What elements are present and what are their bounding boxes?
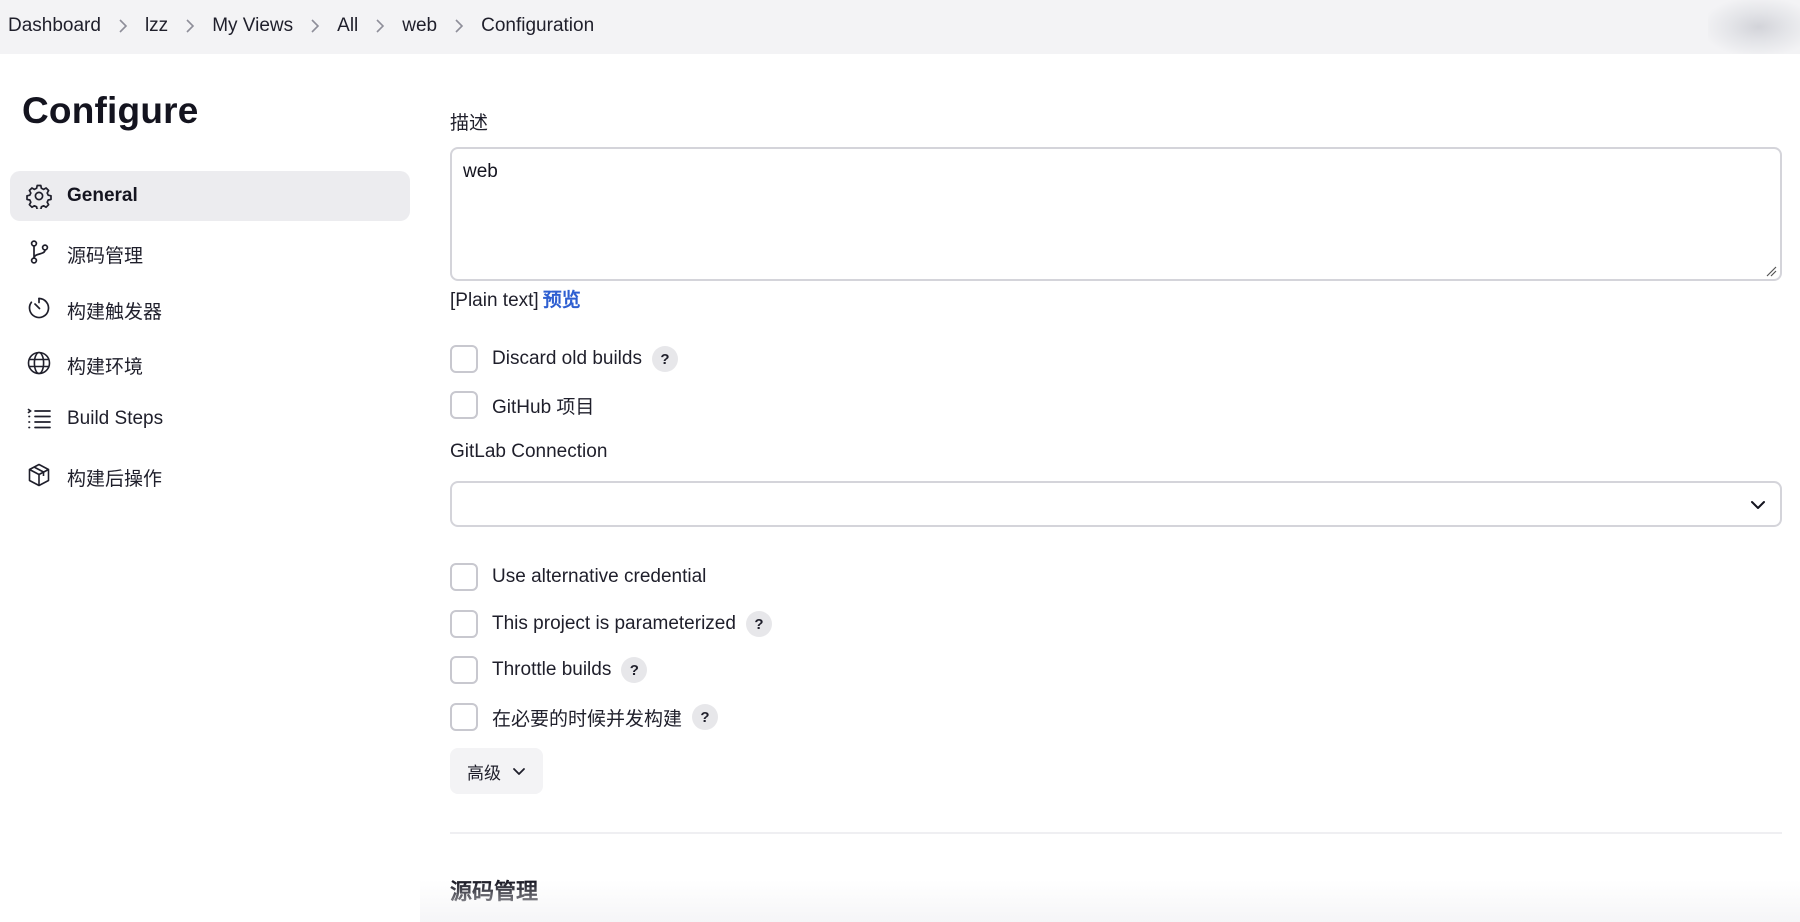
concurrent-builds-option[interactable]: 在必要的时候并发构建 ?	[450, 703, 719, 731]
github-project-option[interactable]: GitHub 项目	[450, 391, 594, 419]
page-title: Configure	[22, 90, 199, 131]
package-icon	[26, 462, 52, 488]
breadcrumb: Dashboard lzz My Views All web Configura…	[8, 14, 594, 38]
breadcrumb-bar: Dashboard lzz My Views All web Configura…	[0, 0, 1800, 54]
checkbox-label: Throttle builds	[492, 659, 612, 680]
sidebar: General 源码管理 构建触发器 构建环境 Build Steps 构建后操…	[10, 171, 410, 506]
sidebar-item-label: Build Steps	[67, 408, 164, 430]
help-icon[interactable]: ?	[692, 704, 719, 730]
alternative-credential-option[interactable]: Use alternative credential	[450, 563, 706, 591]
checkbox-label: Discard old builds	[492, 348, 642, 369]
scm-section-heading: 源码管理	[450, 879, 539, 904]
sidebar-item-environment[interactable]: 构建环境	[10, 338, 410, 388]
timer-icon	[26, 295, 52, 321]
breadcrumb-lzz[interactable]: lzz	[145, 15, 168, 37]
chevron-right-icon	[168, 19, 212, 33]
sidebar-item-label: 构建环境	[67, 357, 144, 379]
gitlab-connection-select[interactable]	[450, 481, 1782, 527]
discard-old-builds-option[interactable]: Discard old builds ?	[450, 345, 678, 373]
chevron-down-icon	[1751, 501, 1765, 509]
sidebar-item-general[interactable]: General	[10, 171, 410, 221]
breadcrumb-configuration[interactable]: Configuration	[481, 15, 594, 37]
checkbox-label: GitHub 项目	[492, 396, 595, 418]
help-icon[interactable]: ?	[745, 611, 772, 637]
checkbox-label: 在必要的时候并发构建	[492, 708, 683, 730]
chevron-right-icon	[437, 19, 481, 33]
chevron-right-icon	[358, 19, 402, 33]
checkbox-label: This project is parameterized	[492, 613, 736, 634]
plain-text-label: [Plain text]	[450, 290, 539, 311]
breadcrumb-dashboard[interactable]: Dashboard	[8, 15, 101, 37]
alternative-credential-checkbox[interactable]	[450, 563, 478, 591]
sidebar-item-label: 源码管理	[67, 245, 144, 267]
throttle-builds-checkbox[interactable]	[450, 656, 478, 684]
advanced-label: 高级	[467, 763, 501, 783]
breadcrumb-all[interactable]: All	[337, 15, 358, 37]
github-project-checkbox[interactable]	[450, 391, 478, 419]
advanced-button[interactable]: 高级	[450, 748, 543, 794]
discard-old-builds-checkbox[interactable]	[450, 345, 478, 373]
sidebar-item-label: 构建后操作	[67, 468, 163, 490]
help-icon[interactable]: ?	[651, 346, 678, 372]
sidebar-item-label: General	[67, 185, 138, 206]
sidebar-item-triggers[interactable]: 构建触发器	[10, 283, 410, 333]
parameterized-option[interactable]: This project is parameterized ?	[450, 610, 772, 638]
section-divider	[450, 832, 1782, 834]
description-field[interactable]: web	[450, 147, 1782, 281]
sidebar-item-post-build[interactable]: 构建后操作	[10, 450, 410, 500]
throttle-builds-option[interactable]: Throttle builds ?	[450, 656, 648, 684]
chevron-down-icon	[513, 768, 525, 775]
chevron-right-icon	[101, 19, 145, 33]
globe-icon	[26, 350, 52, 376]
breadcrumb-my-views[interactable]: My Views	[212, 15, 293, 37]
description-label: 描述	[450, 113, 489, 134]
branch-icon	[26, 239, 52, 265]
description-format: [Plain text] 预览	[450, 285, 581, 312]
gear-icon	[26, 183, 52, 209]
chevron-right-icon	[293, 19, 337, 33]
avatar[interactable]	[1708, 0, 1800, 54]
list-icon	[26, 406, 52, 432]
resize-grip-icon[interactable]	[1765, 265, 1777, 277]
gitlab-connection-label: GitLab Connection	[450, 441, 608, 462]
help-icon[interactable]: ?	[621, 657, 648, 683]
sidebar-item-scm[interactable]: 源码管理	[10, 227, 410, 277]
sidebar-item-build-steps[interactable]: Build Steps	[10, 394, 410, 444]
bottom-fade	[420, 880, 1800, 922]
concurrent-builds-checkbox[interactable]	[450, 703, 478, 731]
parameterized-checkbox[interactable]	[450, 610, 478, 638]
checkbox-label: Use alternative credential	[492, 566, 707, 587]
breadcrumb-web[interactable]: web	[402, 15, 437, 37]
preview-link[interactable]: 预览	[543, 290, 581, 311]
sidebar-item-label: 构建触发器	[67, 301, 163, 323]
